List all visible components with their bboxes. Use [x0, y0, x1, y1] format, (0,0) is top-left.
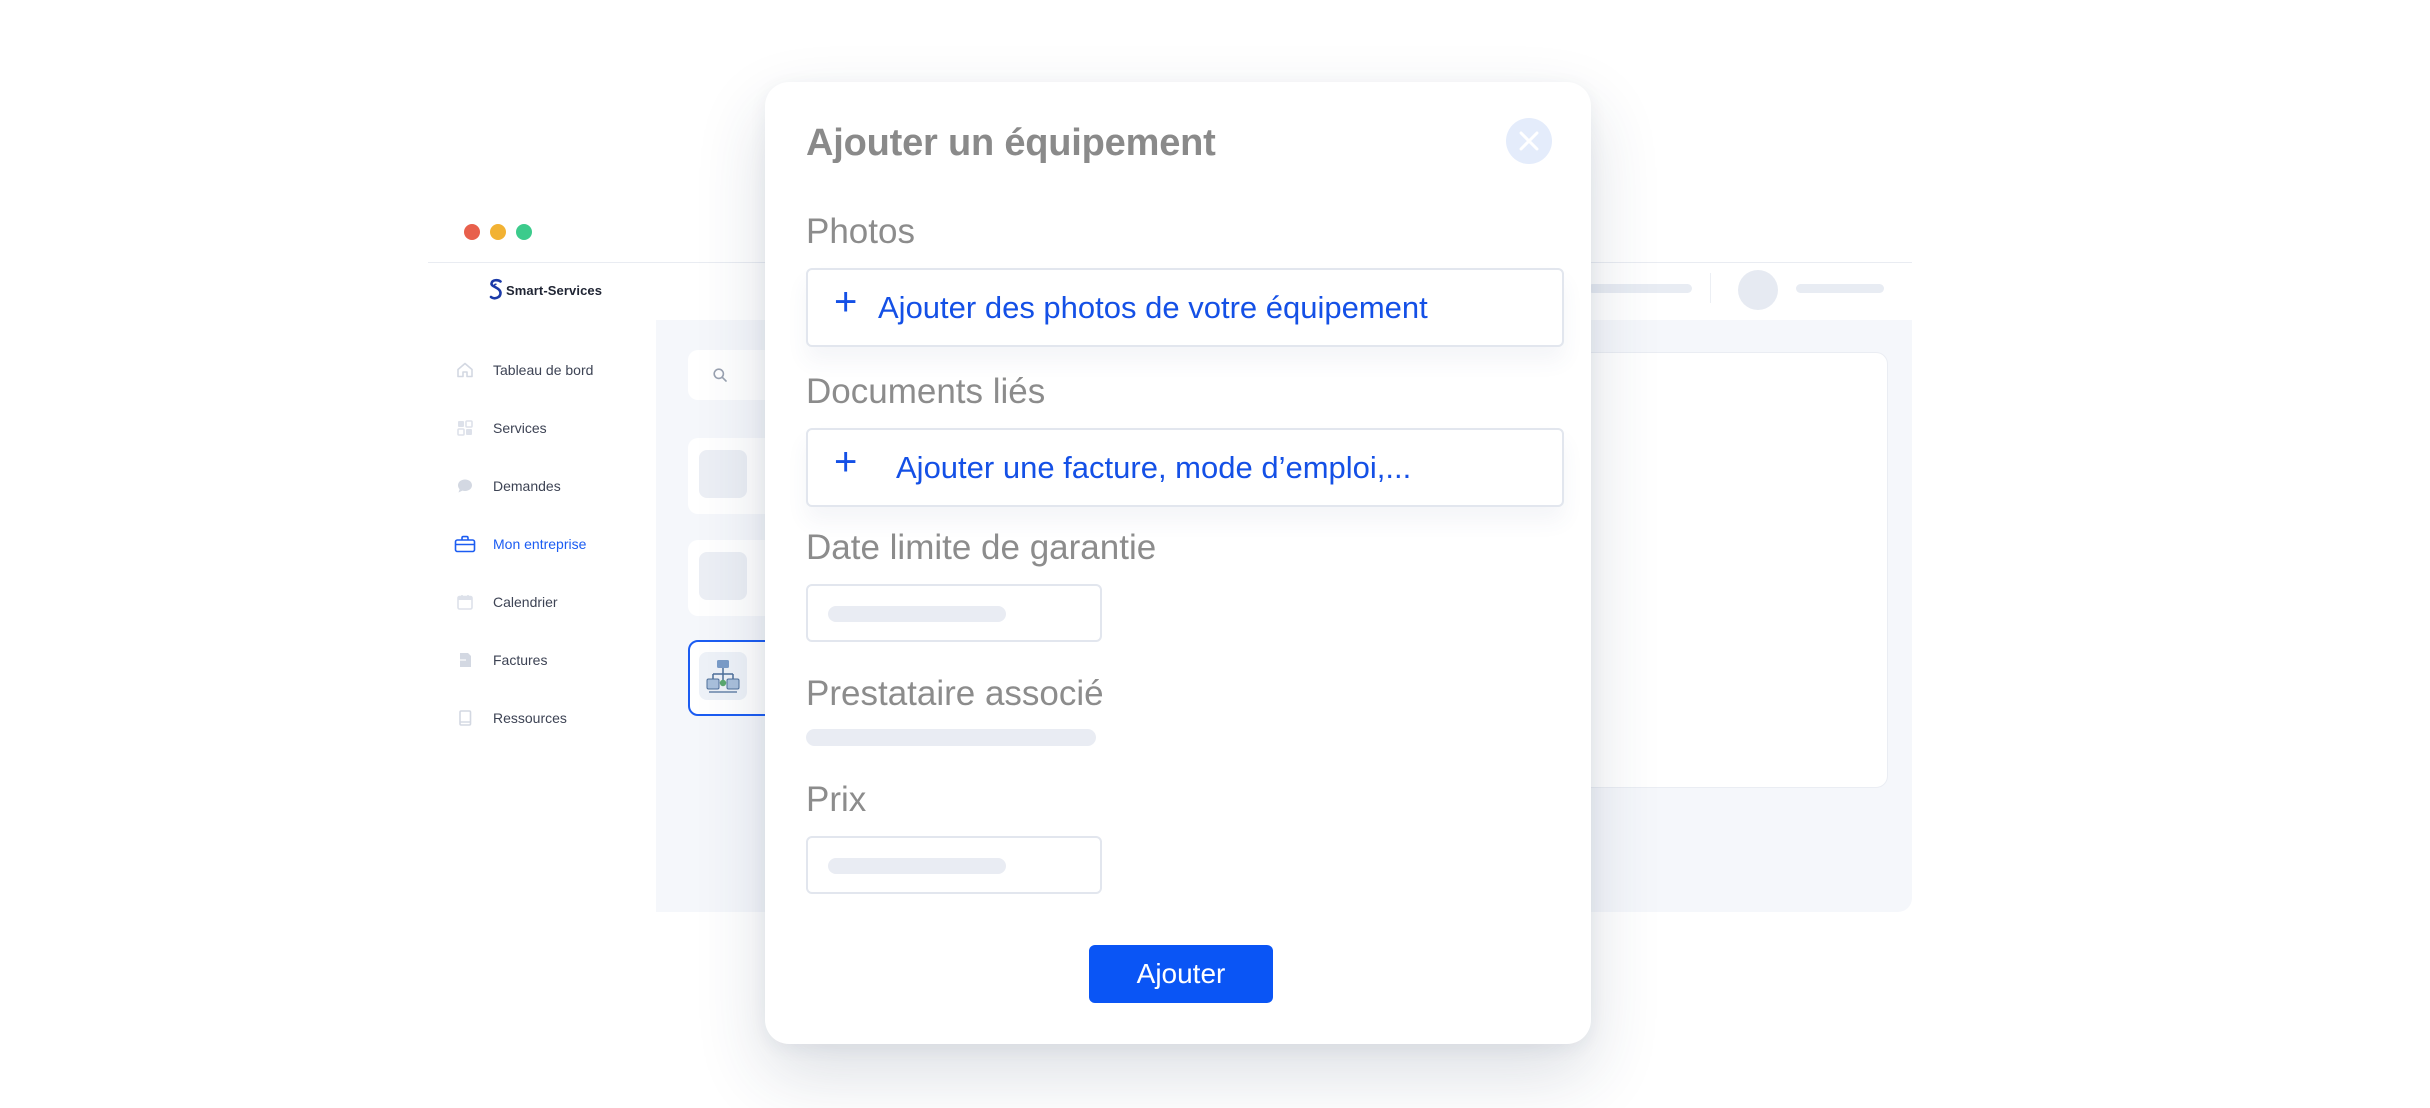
equipment-thumbnail	[699, 652, 747, 700]
sidebar-item-demandes[interactable]: Demandes	[454, 474, 561, 498]
brand-name: Smart-Services	[506, 282, 603, 298]
plus-icon: +	[834, 440, 858, 484]
warranty-date-input[interactable]	[806, 584, 1102, 642]
sidebar-item-label: Calendrier	[493, 594, 558, 610]
provider-label: Prestataire associé	[806, 674, 1104, 713]
book-icon	[454, 707, 476, 729]
home-icon	[454, 359, 476, 381]
briefcase-icon	[454, 533, 476, 555]
submit-button[interactable]: Ajouter	[1089, 945, 1273, 1003]
avatar[interactable]	[1738, 270, 1778, 310]
warranty-date-label: Date limite de garantie	[806, 528, 1157, 567]
s-logo-icon	[489, 278, 502, 300]
sidebar-item-services[interactable]: Services	[454, 416, 547, 440]
price-input[interactable]	[806, 836, 1102, 894]
input-placeholder	[828, 606, 1006, 622]
sidebar-item-tableau-de-bord[interactable]: Tableau de bord	[454, 358, 593, 382]
list-item-thumbnail	[699, 552, 747, 600]
modal-title: Ajouter un équipement	[806, 122, 1216, 164]
add-documents-text: Ajouter une facture, mode d’emploi,...	[896, 450, 1412, 485]
sidebar-item-mon-entreprise[interactable]: Mon entreprise	[454, 532, 586, 556]
sidebar-item-label: Ressources	[493, 710, 567, 726]
sidebar-item-label: Services	[493, 420, 547, 436]
documents-label: Documents liés	[806, 372, 1046, 411]
add-photos-text: Ajouter des photos de votre équipement	[878, 290, 1428, 325]
sidebar-item-label: Tableau de bord	[493, 362, 594, 378]
window-controls	[464, 224, 532, 240]
add-documents-button[interactable]: + Ajouter une facture, mode d’emploi,...	[806, 428, 1564, 507]
input-placeholder	[828, 858, 1006, 874]
equipment-icon	[706, 660, 740, 693]
close-icon	[1519, 131, 1539, 151]
sidebar-item-label: Demandes	[493, 478, 561, 494]
header-placeholder	[1588, 284, 1692, 293]
sidebar-item-calendrier[interactable]: Calendrier	[454, 590, 558, 614]
sidebar-item-label: Mon entreprise	[493, 536, 587, 552]
window-close-dot[interactable]	[464, 224, 480, 240]
header-divider	[1710, 273, 1711, 303]
window-minimize-dot[interactable]	[490, 224, 506, 240]
sidebar-item-label: Factures	[493, 652, 548, 668]
photos-label: Photos	[806, 212, 915, 251]
add-photos-button[interactable]: + Ajouter des photos de votre équipement	[806, 268, 1564, 347]
close-button[interactable]	[1506, 118, 1552, 164]
provider-select[interactable]	[806, 729, 1096, 746]
list-item-thumbnail	[699, 450, 747, 498]
add-equipment-modal: Ajouter un équipement Photos + Ajouter d…	[765, 82, 1591, 1044]
brand-logo[interactable]: Smart-Services	[489, 278, 602, 302]
calendar-icon	[454, 591, 476, 613]
chat-icon	[454, 475, 476, 497]
sidebar-item-ressources[interactable]: Ressources	[454, 706, 567, 730]
price-label: Prix	[806, 780, 867, 819]
detail-panel	[1556, 352, 1888, 788]
search-icon	[713, 368, 727, 382]
sidebar-item-factures[interactable]: Factures	[454, 648, 547, 672]
plus-icon: +	[834, 280, 858, 324]
grid-icon	[454, 417, 476, 439]
invoice-icon	[454, 649, 476, 671]
user-name-placeholder	[1796, 284, 1884, 293]
window-maximize-dot[interactable]	[516, 224, 532, 240]
